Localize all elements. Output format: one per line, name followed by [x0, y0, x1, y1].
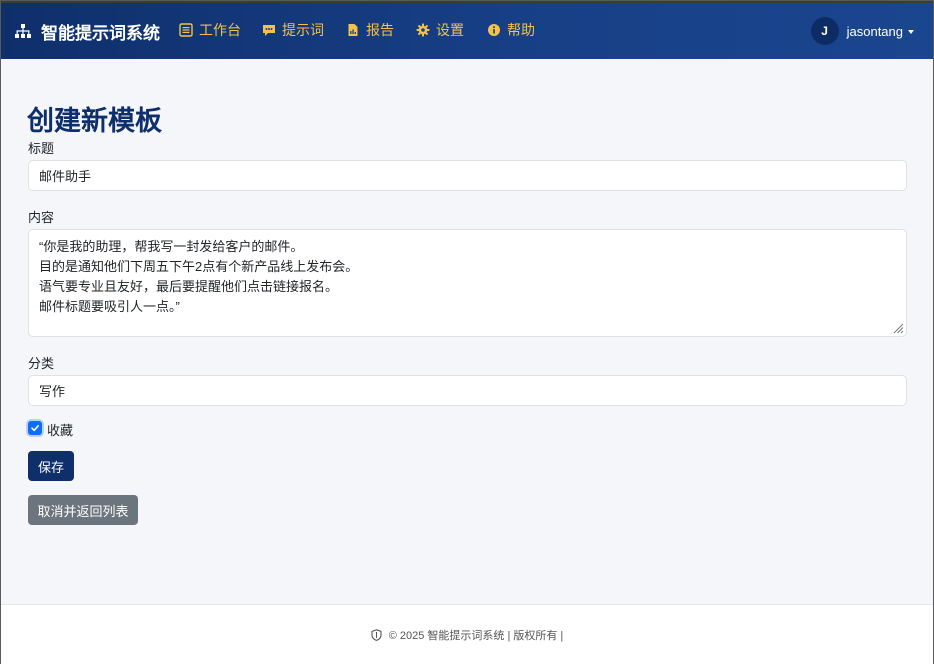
- nav-item-label: 提示词: [282, 22, 324, 38]
- nav-item-label: 帮助: [507, 22, 535, 38]
- nav-item-label: 报告: [366, 22, 394, 38]
- checkmark-icon: [31, 425, 39, 432]
- content-label: 内容: [28, 210, 55, 225]
- sitemap-icon: [15, 24, 31, 38]
- brand[interactable]: 智能提示词系统: [14, 15, 160, 47]
- list-alt-icon: [179, 23, 193, 37]
- info-circle-icon: [488, 24, 500, 36]
- brand-title: 智能提示词系统: [41, 23, 160, 43]
- file-chart-icon: [348, 24, 358, 36]
- top-navbar: 智能提示词系统 工作台 提示词 报告 设置 帮助 J jasontang: [1, 1, 933, 59]
- favorite-checkbox[interactable]: [28, 421, 42, 435]
- category-label: 分类: [28, 356, 55, 371]
- title-label: 标题: [28, 141, 55, 156]
- shield-icon: [371, 628, 382, 641]
- content-line: 语气要专业且友好，最后要提醒他们点击链接报名。: [39, 279, 339, 294]
- nav-item-help[interactable]: 帮助: [487, 17, 535, 43]
- cancel-button[interactable]: 取消并返回列表: [28, 495, 138, 525]
- gear-icon: [416, 23, 430, 37]
- nav-item-label: 工作台: [199, 22, 241, 38]
- nav-item-workbench[interactable]: 工作台: [179, 17, 241, 43]
- save-button[interactable]: 保存: [28, 451, 74, 481]
- user-name: jasontang: [846, 23, 903, 39]
- nav-item-label: 设置: [436, 22, 464, 38]
- nav-item-settings[interactable]: 设置: [416, 17, 464, 43]
- content-textarea[interactable]: “你是我的助理，帮我写一封发给客户的邮件。 目的是通知他们下周五下午2点有个新产…: [28, 229, 907, 337]
- nav-item-reports[interactable]: 报告: [346, 17, 394, 43]
- comment-dots-icon: [263, 25, 275, 36]
- resize-handle-icon[interactable]: [892, 322, 904, 334]
- content-line: 目的是通知他们下周五下午2点有个新产品线上发布会。: [39, 259, 359, 274]
- user-menu[interactable]: J jasontang: [810, 17, 914, 45]
- avatar: J: [810, 17, 839, 45]
- content-line: 邮件标题要吸引人一点。”: [39, 299, 180, 314]
- favorite-label: 收藏: [47, 423, 74, 438]
- main-content: 创建新模板 标题 内容 “你是我的助理，帮我写一封发给客户的邮件。 目的是通知他…: [1, 59, 933, 604]
- footer: © 2025 智能提示词系统 | 版权所有 |: [1, 604, 933, 664]
- title-input[interactable]: [28, 160, 907, 191]
- content-line: “你是我的助理，帮我写一封发给客户的邮件。: [39, 239, 304, 254]
- footer-text: © 2025 智能提示词系统 | 版权所有 |: [388, 629, 564, 642]
- page-title: 创建新模板: [27, 106, 162, 136]
- nav-item-prompts[interactable]: 提示词: [262, 17, 324, 43]
- category-input[interactable]: [28, 375, 907, 406]
- chevron-down-icon: [908, 30, 914, 34]
